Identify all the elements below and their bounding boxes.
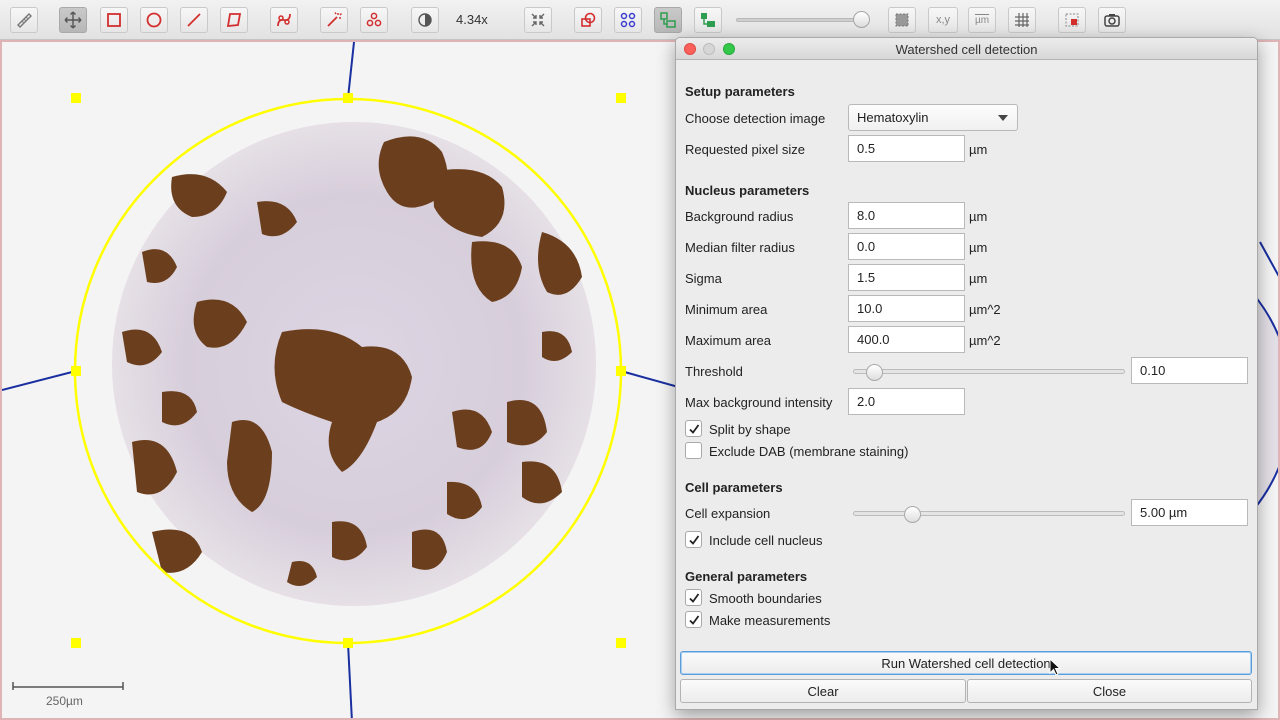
setup-section-title: Setup parameters [685, 84, 795, 99]
zoom-slider[interactable] [736, 18, 862, 22]
brightness-icon[interactable] [411, 7, 439, 33]
include-nucleus-label: Include cell nucleus [709, 533, 823, 548]
close-button[interactable]: Close [967, 679, 1252, 703]
zoom-level: 4.34x [456, 12, 488, 27]
cell-icon[interactable] [694, 7, 722, 33]
main-toolbar: 4.34x x,y µm [0, 0, 1280, 40]
pixel-size-unit: µm [969, 142, 988, 157]
max-area-field[interactable]: 400.0 [848, 326, 965, 353]
max-area-label: Maximum area [685, 333, 771, 348]
ellipse-icon[interactable] [140, 7, 168, 33]
tma-grid-icon[interactable] [614, 7, 642, 33]
coordinates-icon[interactable]: x,y [928, 7, 958, 33]
annotation-toggle-icon[interactable] [574, 7, 602, 33]
dialog-titlebar[interactable]: Watershed cell detection [676, 38, 1257, 60]
median-filter-label: Median filter radius [685, 240, 795, 255]
sigma-unit: µm [969, 271, 988, 286]
detection-fill-icon[interactable] [654, 7, 682, 33]
grid-icon[interactable] [1008, 7, 1036, 33]
nucleus-section-title: Nucleus parameters [685, 183, 810, 198]
threshold-slider-knob[interactable] [865, 364, 883, 381]
run-detection-button[interactable]: Run Watershed cell detection [680, 651, 1252, 675]
cell-section-title: Cell parameters [685, 480, 783, 495]
cell-expansion-label: Cell expansion [685, 506, 771, 521]
camera-icon[interactable] [1098, 7, 1126, 33]
threshold-field[interactable]: 0.10 [1131, 357, 1248, 384]
dialog-title: Watershed cell detection [895, 42, 1038, 57]
median-filter-field[interactable]: 0.0 [848, 233, 965, 260]
background-radius-label: Background radius [685, 209, 794, 224]
sigma-label: Sigma [685, 271, 722, 286]
min-area-unit: µm^2 [969, 302, 1001, 317]
median-filter-unit: µm [969, 240, 988, 255]
pixel-size-field[interactable]: 0.5 [848, 135, 965, 162]
detection-image-label: Choose detection image [685, 111, 826, 126]
watershed-dialog: Watershed cell detection Setup parameter… [675, 37, 1258, 710]
split-by-shape-checkbox[interactable] [685, 420, 702, 437]
checkmark-icon [688, 423, 699, 434]
min-area-label: Minimum area [685, 302, 768, 317]
make-measurements-label: Make measurements [709, 613, 831, 628]
background-radius-field[interactable]: 8.0 [848, 202, 965, 229]
checkmark-icon [688, 614, 699, 625]
exclude-dab-checkbox[interactable] [685, 442, 702, 459]
cell-expansion-slider[interactable] [853, 511, 1125, 516]
scalebar [12, 682, 124, 690]
include-nucleus-checkbox[interactable] [685, 531, 702, 548]
tissue-core [112, 122, 596, 606]
line-icon[interactable] [180, 7, 208, 33]
scalebar-icon[interactable]: µm [968, 7, 996, 33]
checkmark-icon [688, 534, 699, 545]
cell-expansion-slider-knob[interactable] [904, 506, 921, 523]
points-icon[interactable] [360, 7, 388, 33]
zoom-slider-knob[interactable] [853, 11, 870, 28]
smooth-boundaries-label: Smooth boundaries [709, 591, 822, 606]
overlay-icon[interactable] [1058, 7, 1086, 33]
pixel-size-label: Requested pixel size [685, 142, 805, 157]
max-background-label: Max background intensity [685, 395, 833, 410]
move-icon[interactable] [59, 7, 87, 33]
rectangle-icon[interactable] [100, 7, 128, 33]
ruler-icon[interactable] [10, 7, 38, 33]
sigma-field[interactable]: 1.5 [848, 264, 965, 291]
general-section-title: General parameters [685, 569, 808, 584]
checkmark-icon [688, 592, 699, 603]
cell-expansion-field[interactable]: 5.00 µm [1131, 499, 1248, 526]
threshold-slider[interactable] [853, 369, 1125, 374]
polygon-icon[interactable] [220, 7, 248, 33]
smooth-boundaries-checkbox[interactable] [685, 589, 702, 606]
clear-button[interactable]: Clear [680, 679, 966, 703]
max-area-unit: µm^2 [969, 333, 1001, 348]
max-background-field[interactable]: 2.0 [848, 388, 965, 415]
min-area-field[interactable]: 10.0 [848, 295, 965, 322]
wand-icon[interactable] [320, 7, 348, 33]
fit-icon[interactable] [524, 7, 552, 33]
threshold-label: Threshold [685, 364, 743, 379]
polyline-icon[interactable] [270, 7, 298, 33]
mouse-pointer-icon [1049, 658, 1061, 676]
make-measurements-checkbox[interactable] [685, 611, 702, 628]
scalebar-label: 250µm [46, 694, 83, 708]
background-radius-unit: µm [969, 209, 988, 224]
selection-icon[interactable] [888, 7, 916, 33]
chevron-down-icon [998, 115, 1008, 121]
detection-image-value: Hematoxylin [857, 110, 929, 125]
detection-image-select[interactable]: Hematoxylin [848, 104, 1018, 131]
exclude-dab-label: Exclude DAB (membrane staining) [709, 444, 909, 459]
split-by-shape-label: Split by shape [709, 422, 791, 437]
